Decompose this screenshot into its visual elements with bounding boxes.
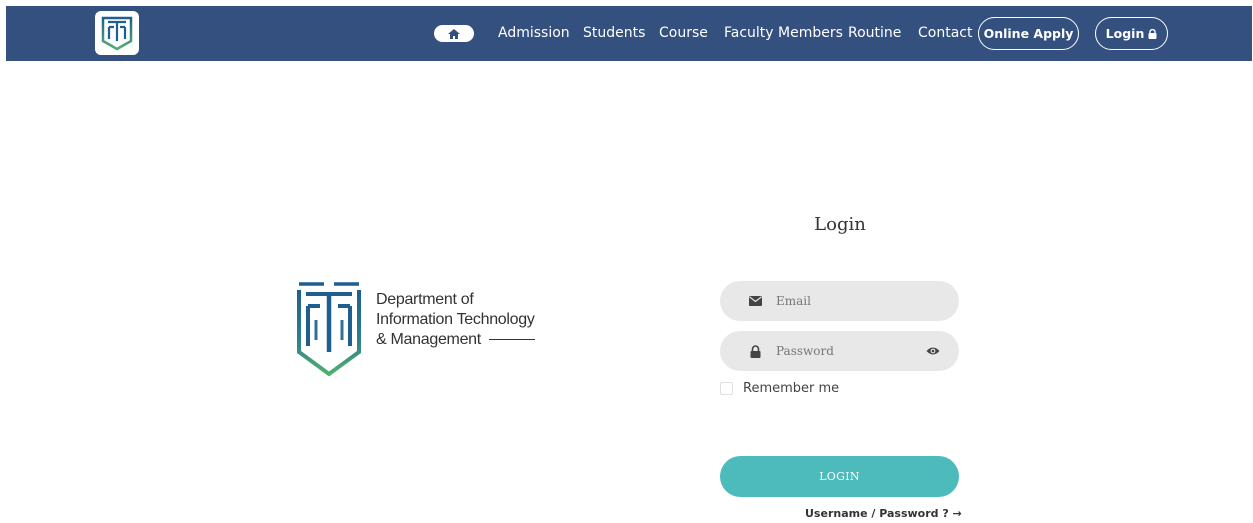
remember-me-checkbox[interactable] [720, 382, 733, 395]
lock-icon [1148, 28, 1157, 39]
home-button[interactable] [434, 25, 474, 42]
department-logo-icon [101, 16, 133, 51]
nav-link-course[interactable]: Course [659, 25, 708, 42]
login-submit-button[interactable]: LOGIN [720, 456, 959, 497]
forgot-credentials-link[interactable]: Username / Password ? → [805, 507, 962, 520]
nav-link-admission[interactable]: Admission [498, 25, 570, 42]
brand-underline [488, 339, 535, 341]
brand-line-2: Information Technology [376, 311, 535, 328]
nav-link-routine[interactable]: Routine [848, 25, 901, 42]
navbar: Admission Students Course Faculty Member… [6, 6, 1252, 61]
department-crest-icon [297, 282, 361, 376]
nav-link-faculty-members[interactable]: Faculty Members [724, 25, 843, 42]
brand-line-1: Department of [376, 291, 474, 308]
remember-me: Remember me [720, 381, 839, 396]
nav-link-students[interactable]: Students [583, 25, 645, 42]
nav-logo[interactable] [95, 11, 139, 55]
brand-line-3-wrap: & Management [376, 330, 535, 350]
email-input[interactable] [776, 281, 926, 321]
envelope-icon [747, 293, 763, 309]
remember-me-label[interactable]: Remember me [743, 381, 839, 396]
email-input-wrap [720, 281, 959, 321]
home-icon [448, 28, 460, 39]
login-nav-label: Login [1105, 26, 1145, 41]
brand-text: Department of Information Technology & M… [376, 290, 535, 350]
login-title: Login [814, 214, 866, 235]
login-nav-button[interactable]: Login [1095, 17, 1168, 50]
nav-link-contact[interactable]: Contact [918, 25, 972, 42]
password-input[interactable] [776, 331, 926, 371]
password-input-wrap [720, 331, 959, 371]
online-apply-label: Online Apply [983, 26, 1074, 41]
online-apply-button[interactable]: Online Apply [978, 17, 1079, 50]
eye-icon[interactable] [925, 343, 941, 359]
department-brand: Department of Information Technology & M… [296, 280, 536, 376]
brand-line-3: & Management [376, 331, 481, 348]
lock-icon [747, 343, 763, 359]
